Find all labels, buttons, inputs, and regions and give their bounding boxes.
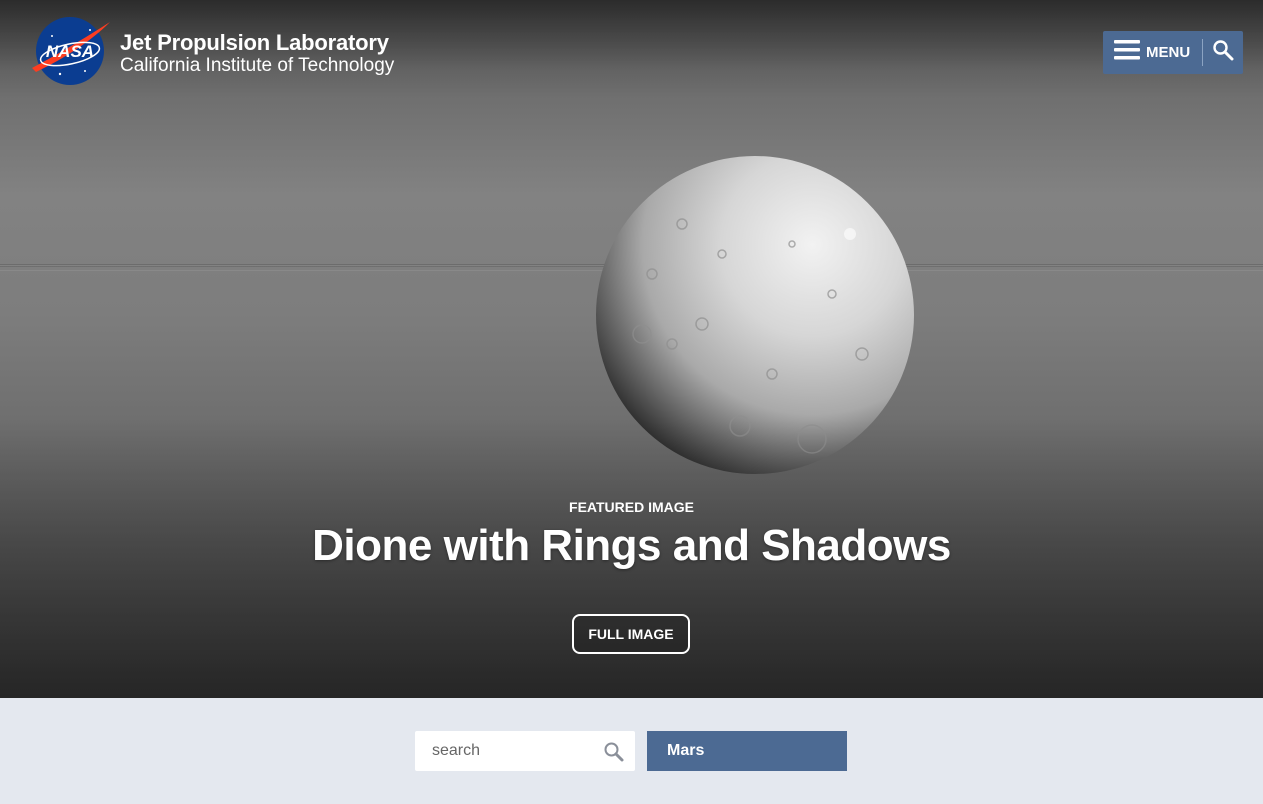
nasa-logo-text: NASA	[46, 42, 94, 61]
menu-label: MENU	[1146, 44, 1191, 61]
org-subtitle: California Institute of Technology	[120, 55, 395, 77]
site-logo[interactable]: NASA Jet Propulsion Laboratory Californi…	[30, 16, 394, 91]
hero-title: Dione with Rings and Shadows	[312, 521, 951, 570]
full-image-button[interactable]: FULL IMAGE	[572, 614, 690, 654]
org-name: Jet Propulsion Laboratory	[120, 29, 389, 55]
hero-kicker: FEATURED IMAGE	[569, 499, 694, 515]
hero-banner: NASA Jet Propulsion Laboratory Californi…	[0, 0, 1263, 698]
hamburger-icon	[1114, 39, 1140, 66]
search-submit-icon[interactable]	[603, 741, 625, 763]
hero-gradient-overlay	[0, 0, 1263, 698]
search-field	[415, 731, 635, 771]
header-search-button[interactable]	[1203, 31, 1243, 74]
search-icon	[1212, 39, 1234, 66]
category-select[interactable]: Mars	[647, 731, 847, 771]
menu-button[interactable]: MENU	[1103, 31, 1190, 74]
nasa-meatball-icon: NASA	[30, 16, 112, 91]
menu-bar: MENU	[1103, 31, 1243, 74]
search-input[interactable]	[415, 741, 594, 761]
